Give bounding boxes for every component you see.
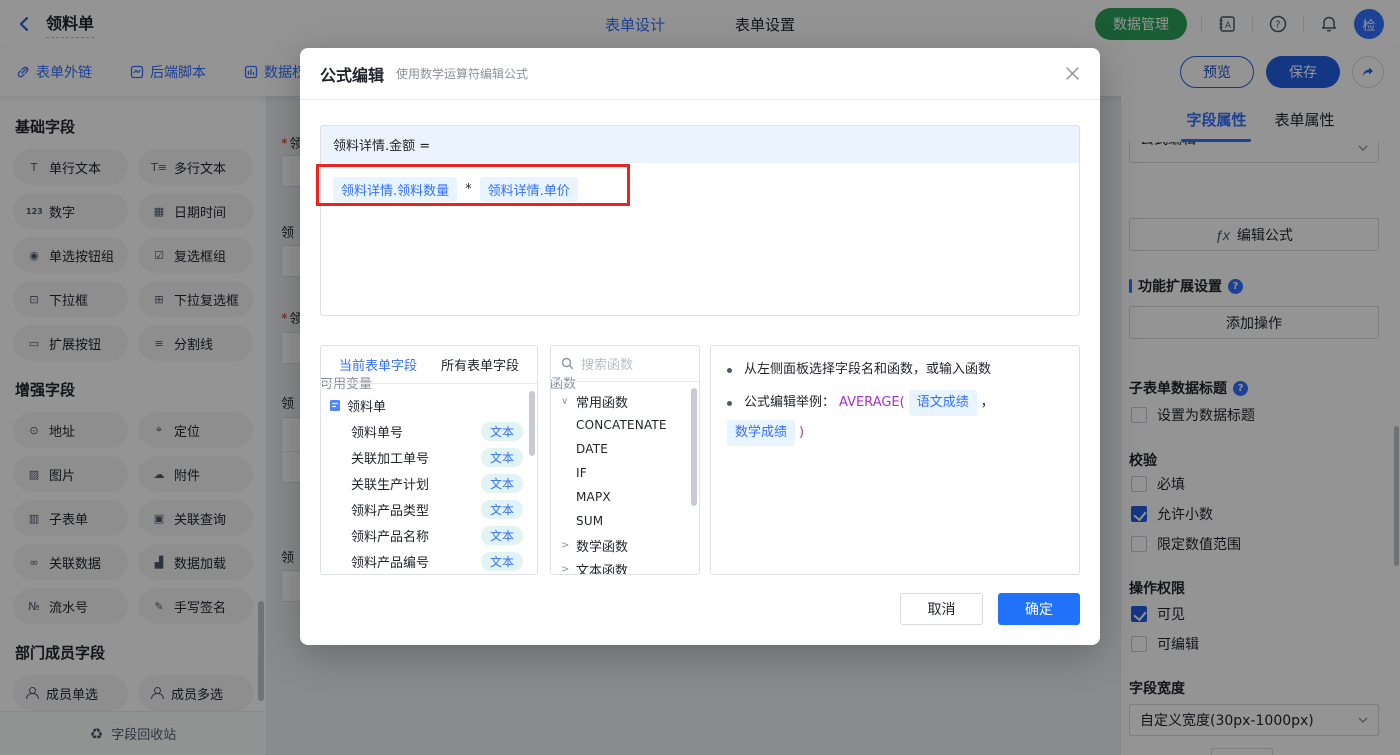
- formula-help-panel: 从左侧面板选择字段名和函数，或输入函数 公式编辑举例： AVERAGE( 语文成…: [710, 345, 1080, 575]
- bullet-icon: [727, 367, 732, 373]
- function-search-input[interactable]: 搜索函数: [551, 346, 699, 382]
- type-badge: 文本: [480, 551, 523, 571]
- type-badge: 文本: [480, 447, 523, 467]
- example-field-chip: 数学成绩: [727, 420, 796, 446]
- search-icon: [561, 357, 574, 370]
- caret-right-icon: >: [561, 563, 570, 575]
- help-line-1: 从左侧面板选择字段名和函数，或输入函数: [727, 360, 1063, 380]
- formula-expression[interactable]: 领料详情.领料数量 * 领料详情.单价: [321, 163, 1079, 216]
- type-badge: 文本: [480, 525, 523, 545]
- function-item[interactable]: DATE: [561, 437, 695, 461]
- example-field-chip: 语文成绩: [908, 390, 977, 416]
- variable-item[interactable]: 关联生产计划 文本: [329, 470, 531, 496]
- formula-field-token[interactable]: 领料详情.领料数量: [333, 177, 458, 202]
- tab-all-form-fields[interactable]: 所有表单字段: [441, 355, 519, 374]
- confirm-button[interactable]: 确定: [998, 593, 1080, 625]
- cancel-button[interactable]: 取消: [900, 593, 983, 625]
- variable-item[interactable]: 领料产品类型 文本: [329, 496, 531, 522]
- function-group-math[interactable]: > 数学函数: [561, 533, 695, 557]
- variable-item[interactable]: 领料产品名称 文本: [329, 522, 531, 548]
- modal-title: 公式编辑: [320, 65, 385, 85]
- form-doc-icon: [330, 399, 340, 411]
- variable-tree-root[interactable]: 领料单: [329, 392, 531, 418]
- caret-down-icon: ∨: [561, 395, 569, 407]
- type-badge: 文本: [480, 473, 523, 493]
- caret-right-icon: >: [561, 539, 570, 551]
- help-line-2: 公式编辑举例： AVERAGE( 语文成绩 ， 数学成绩 ): [727, 390, 1063, 446]
- variables-panel: 当前表单字段 所有表单字段 领料单 领料单号 文本 关联加工单号 文本 关联生产计划…: [320, 345, 538, 575]
- function-item[interactable]: MAPX: [561, 485, 695, 509]
- variable-item[interactable]: 领料单号 文本: [329, 418, 531, 444]
- tab-current-form-fields[interactable]: 当前表单字段: [339, 355, 417, 374]
- formula-edit-modal: 公式编辑 使用数学运算符编辑公式 领料详情.金额 = 领料详情.领料数量 * 领…: [300, 48, 1100, 645]
- variable-item[interactable]: 领料产品编号 文本: [329, 548, 531, 574]
- formula-editor[interactable]: 领料详情.金额 = 领料详情.领料数量 * 领料详情.单价: [320, 125, 1080, 316]
- function-item[interactable]: SUM: [561, 509, 695, 533]
- search-placeholder: 搜索函数: [581, 358, 634, 373]
- formula-target: 领料详情.金额 =: [321, 126, 1079, 163]
- type-badge: 文本: [480, 499, 523, 519]
- function-item[interactable]: CONCATENATE: [561, 413, 695, 437]
- variables-scrollbar[interactable]: [529, 391, 535, 456]
- function-group-text[interactable]: > 文本函数: [561, 557, 695, 575]
- function-group-common[interactable]: ∨ 常用函数: [561, 389, 695, 413]
- functions-scrollbar[interactable]: [691, 388, 697, 506]
- variable-item[interactable]: 关联加工单号 文本: [329, 444, 531, 470]
- bullet-icon: [727, 400, 732, 406]
- function-paren: ): [799, 425, 805, 440]
- modal-subtitle: 使用数学运算符编辑公式: [396, 67, 529, 81]
- close-icon[interactable]: [1065, 66, 1080, 81]
- formula-field-token[interactable]: 领料详情.单价: [479, 177, 578, 202]
- function-name: AVERAGE(: [839, 395, 905, 410]
- formula-operator: *: [465, 182, 472, 197]
- functions-panel: 搜索函数 ∨ 常用函数 CONCATENATE DATE IF MAPX SUM …: [550, 345, 700, 575]
- type-badge: 文本: [480, 421, 523, 441]
- function-item[interactable]: IF: [561, 461, 695, 485]
